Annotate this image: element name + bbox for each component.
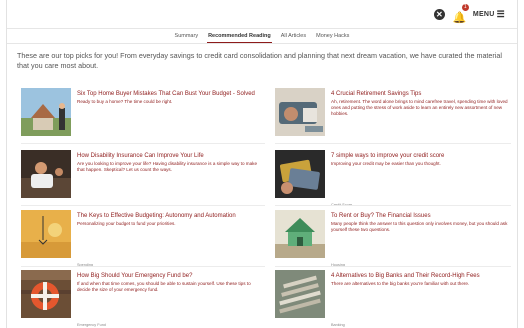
- article-card[interactable]: 4 Alternatives to Big Banks and Their Re…: [275, 270, 517, 328]
- row-divider: [21, 205, 265, 206]
- article-thumbnail: [21, 270, 71, 318]
- hamburger-icon: ☰: [496, 8, 505, 19]
- notification-badge: 1: [461, 4, 469, 11]
- bell-icon: 🔔: [452, 12, 467, 24]
- article-description: Ah, retirement. The word alone brings to…: [331, 99, 508, 116]
- article-description: Ready to buy a home? The time could be r…: [77, 99, 173, 104]
- article-card[interactable]: 7 simple ways to improve your credit sco…: [275, 150, 517, 208]
- article-thumbnail: [275, 150, 325, 198]
- article-title[interactable]: 7 simple ways to improve your credit sco…: [331, 152, 517, 160]
- row-divider: [275, 205, 511, 206]
- article-thumbnail: [275, 210, 325, 258]
- row-divider: [275, 143, 511, 144]
- article-card[interactable]: The Keys to Effective Budgeting: Autonom…: [21, 210, 265, 268]
- app-frame: ✕ 🔔 1 MENU ☰ Summary Recommended Reading…: [6, 0, 518, 328]
- article-card[interactable]: Six Top Home Buyer Mistakes That Can Bus…: [21, 88, 265, 146]
- article-card[interactable]: How Big Should Your Emergency Fund be? I…: [21, 270, 265, 328]
- article-title[interactable]: 4 Crucial Retirement Savings Tips: [331, 90, 517, 98]
- tab-bar: Summary Recommended Reading All Articles…: [7, 29, 517, 43]
- tab-summary[interactable]: Summary: [174, 29, 200, 43]
- close-icon[interactable]: ✕: [433, 8, 445, 20]
- tab-all-articles[interactable]: All Articles: [280, 29, 307, 43]
- tab-recommended-reading[interactable]: Recommended Reading: [207, 29, 272, 43]
- article-description: If and when that time comes, you should …: [77, 281, 251, 292]
- tab-divider: [7, 43, 517, 44]
- row-divider: [21, 266, 265, 267]
- article-card[interactable]: How Disability Insurance Can Improve You…: [21, 150, 265, 208]
- article-card[interactable]: 4 Crucial Retirement Savings Tips Ah, re…: [275, 88, 517, 146]
- article-thumbnail: [21, 210, 71, 258]
- article-title[interactable]: The Keys to Effective Budgeting: Autonom…: [77, 212, 263, 220]
- article-thumbnail: [275, 270, 325, 318]
- article-title[interactable]: How Big Should Your Emergency Fund be?: [77, 272, 263, 280]
- tab-money-hacks[interactable]: Money Hacks: [315, 29, 350, 43]
- top-bar: ✕ 🔔 1 MENU ☰: [7, 0, 517, 29]
- article-title[interactable]: 4 Alternatives to Big Banks and Their Re…: [331, 272, 517, 280]
- notifications-button[interactable]: 🔔 1: [453, 4, 469, 24]
- article-description: Improving your credit may be easier than…: [331, 161, 441, 166]
- article-description: Personalizing your budget to fund your p…: [77, 221, 176, 226]
- article-card[interactable]: To Rent or Buy? The Financial Issues Man…: [275, 210, 517, 268]
- top-bar-actions: ✕ 🔔 1 MENU ☰: [433, 4, 505, 24]
- article-description: Many people think the answer to this que…: [331, 221, 508, 232]
- article-title[interactable]: Six Top Home Buyer Mistakes That Can Bus…: [77, 90, 263, 98]
- article-thumbnail: [21, 150, 71, 198]
- article-title[interactable]: How Disability Insurance Can Improve You…: [77, 152, 263, 160]
- article-category: Banking: [331, 323, 345, 327]
- intro-text: These are our top picks for you! From ev…: [17, 51, 503, 70]
- article-thumbnail: [21, 88, 71, 136]
- article-description: There are alternatives to the big banks …: [331, 281, 470, 286]
- article-title[interactable]: To Rent or Buy? The Financial Issues: [331, 212, 517, 220]
- row-divider: [21, 143, 265, 144]
- article-description: Are you looking to improve your life? Ha…: [77, 161, 258, 172]
- row-divider: [275, 266, 511, 267]
- article-thumbnail: [275, 88, 325, 136]
- menu-button[interactable]: MENU ☰: [472, 8, 505, 19]
- menu-label: MENU: [472, 10, 495, 18]
- article-category: Emergency Fund: [77, 323, 106, 327]
